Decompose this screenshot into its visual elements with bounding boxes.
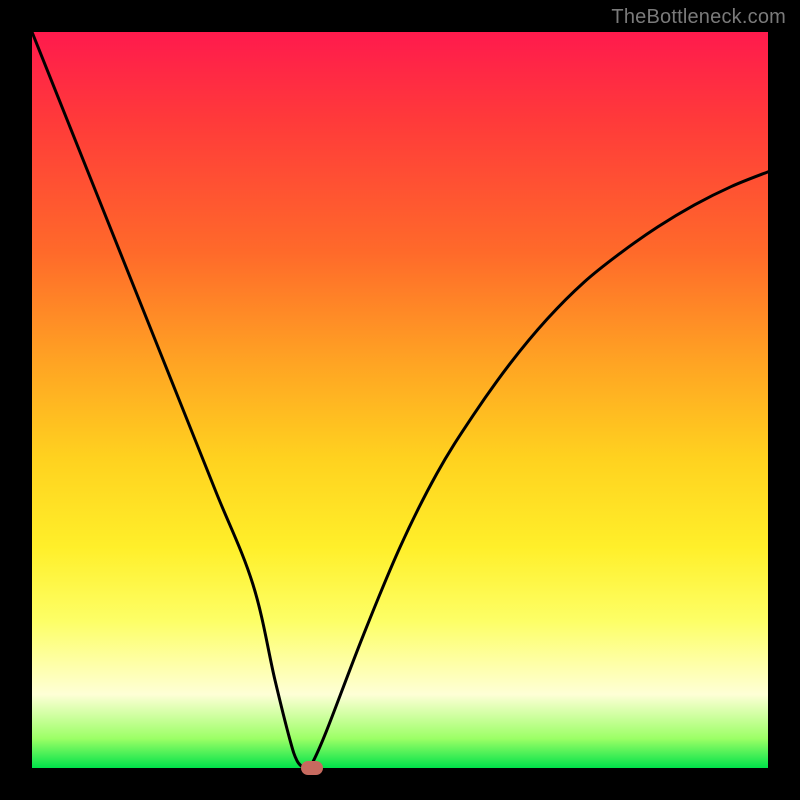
bottleneck-curve	[32, 32, 768, 768]
optimal-point-marker	[301, 761, 323, 775]
watermark-text: TheBottleneck.com	[611, 6, 786, 29]
plot-area	[32, 32, 768, 768]
chart-frame: TheBottleneck.com	[0, 0, 800, 800]
